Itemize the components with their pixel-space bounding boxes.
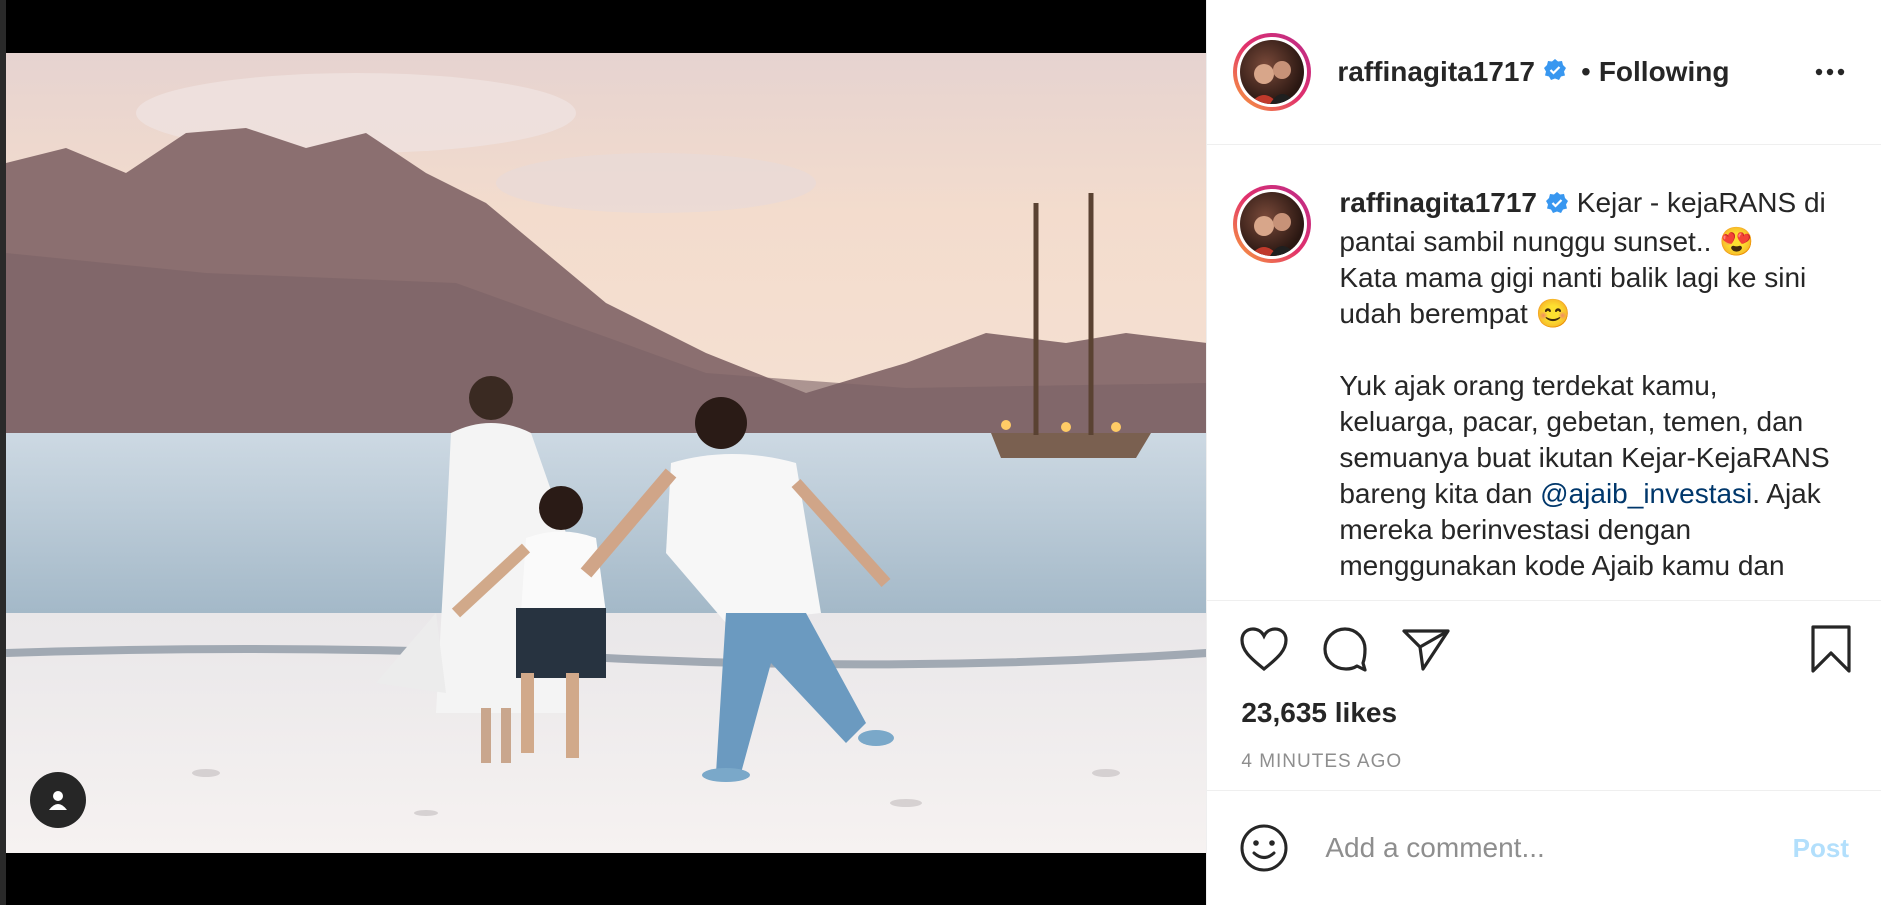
mention-link[interactable]: @ajaib_investasi bbox=[1540, 478, 1752, 509]
post-modal: raffinagita1717 • Following raffinagita1… bbox=[6, 0, 1881, 905]
post-photo bbox=[6, 53, 1207, 853]
username[interactable]: raffinagita1717 bbox=[1337, 56, 1535, 88]
comment-icon[interactable] bbox=[1321, 625, 1369, 673]
comment-bar: Post bbox=[1207, 790, 1881, 905]
more-options-icon[interactable] bbox=[1805, 53, 1855, 91]
follow-separator: • bbox=[1581, 56, 1591, 87]
bookmark-icon[interactable] bbox=[1809, 624, 1853, 674]
post-comment-button[interactable]: Post bbox=[1793, 833, 1849, 864]
following-button[interactable]: Following bbox=[1599, 56, 1730, 88]
caption-text: raffinagita1717 Kejar - kejaRANS di pant… bbox=[1339, 185, 1839, 584]
action-bar bbox=[1207, 601, 1881, 697]
smiley-icon[interactable] bbox=[1239, 823, 1289, 873]
caption-line-2: Kata mama gigi nanti balik lagi ke sini … bbox=[1339, 262, 1807, 329]
caption-username[interactable]: raffinagita1717 bbox=[1339, 187, 1537, 218]
post-media bbox=[6, 0, 1207, 905]
user-tag-icon[interactable] bbox=[30, 772, 86, 828]
caption-section: raffinagita1717 Kejar - kejaRANS di pant… bbox=[1207, 145, 1881, 601]
post-side-panel: raffinagita1717 • Following raffinagita1… bbox=[1206, 0, 1881, 905]
verified-badge-icon bbox=[1545, 188, 1569, 224]
avatar[interactable] bbox=[1233, 33, 1312, 111]
post-header: raffinagita1717 • Following bbox=[1207, 0, 1881, 145]
paper-plane-icon[interactable] bbox=[1401, 627, 1451, 671]
post-timestamp[interactable]: 4 MINUTES AGO bbox=[1207, 751, 1881, 791]
comment-input[interactable] bbox=[1323, 831, 1793, 865]
verified-badge-icon bbox=[1543, 58, 1567, 87]
likes-count[interactable]: 23,635 likes bbox=[1207, 697, 1881, 737]
caption-avatar[interactable] bbox=[1233, 185, 1312, 263]
heart-icon[interactable] bbox=[1239, 626, 1289, 672]
